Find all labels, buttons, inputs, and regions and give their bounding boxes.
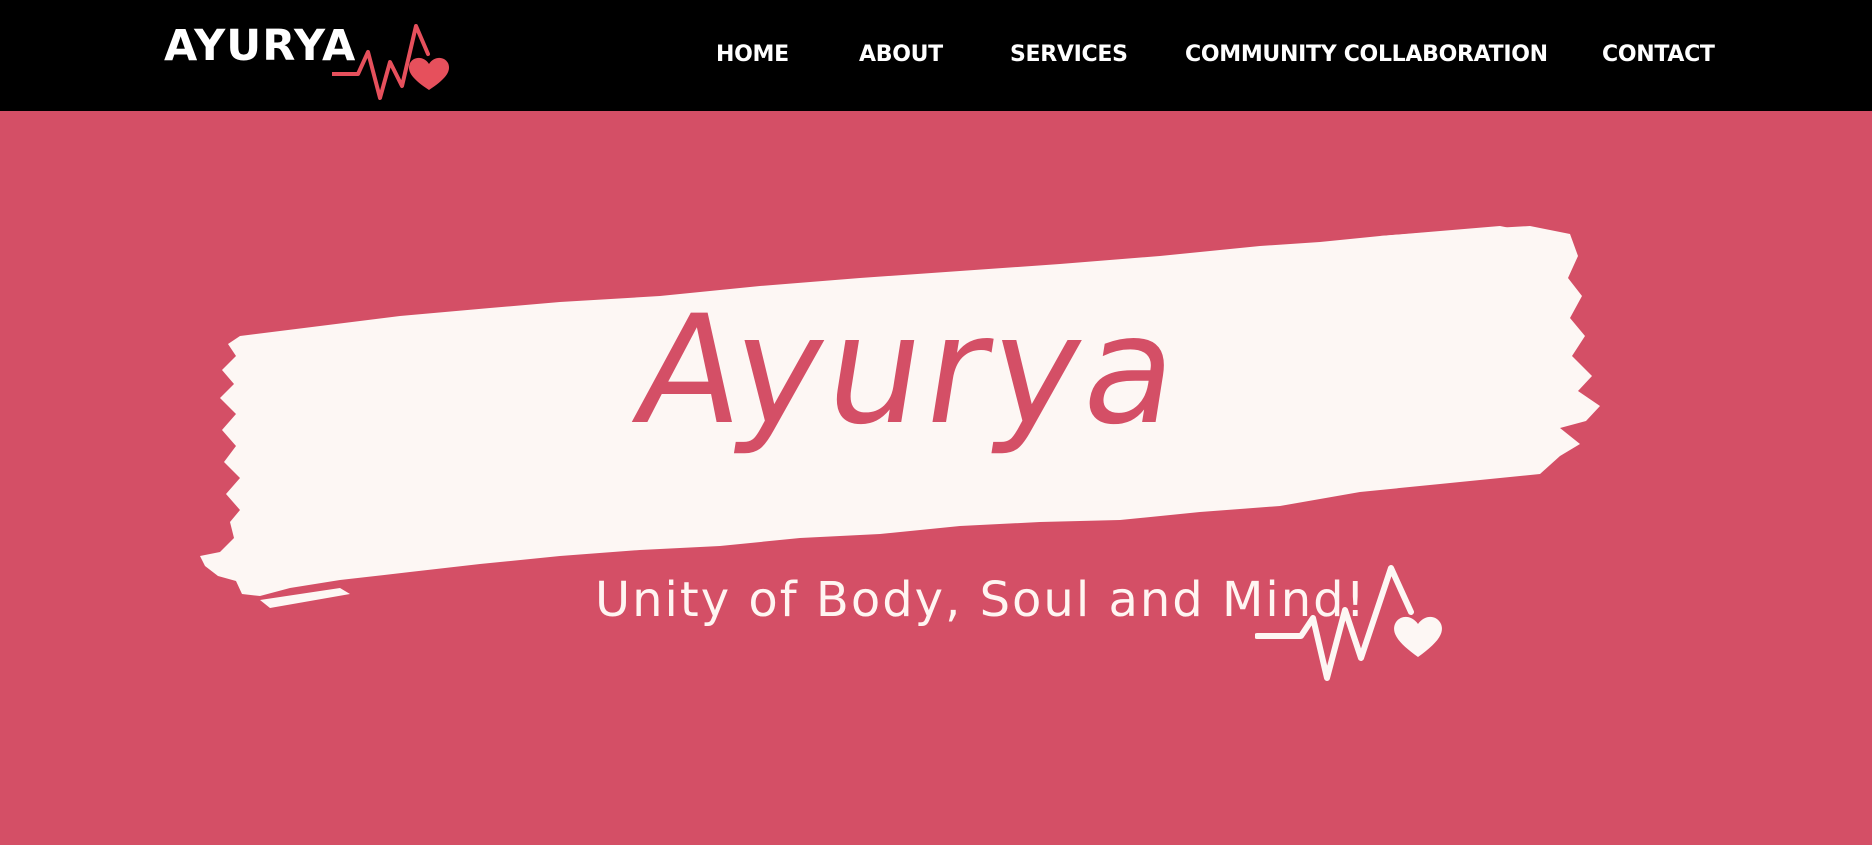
hero-tagline: Unity of Body, Soul and Mind! [595, 572, 1367, 628]
nav-community-collaboration-link[interactable]: COMMUNITY COLLABORATION [1185, 38, 1548, 72]
site-logo[interactable]: AYURYA [164, 18, 454, 108]
hero-banner: Ayurya Unity of Body, Soul and Mind! [0, 111, 1872, 845]
top-navbar: AYURYA HOME ABOUT SERVICES COMMUNITY COL… [0, 0, 1872, 111]
nav-home-link[interactable]: HOME [716, 38, 789, 72]
hero-title: Ayurya [624, 284, 1196, 458]
nav-contact-link[interactable]: CONTACT [1602, 38, 1715, 72]
logo-text: AYURYA [164, 21, 357, 71]
heart-pulse-icon [1255, 565, 1442, 681]
heart-pulse-icon [332, 24, 450, 100]
nav-services-link[interactable]: SERVICES [1010, 38, 1128, 72]
nav-about-link[interactable]: ABOUT [859, 38, 943, 72]
